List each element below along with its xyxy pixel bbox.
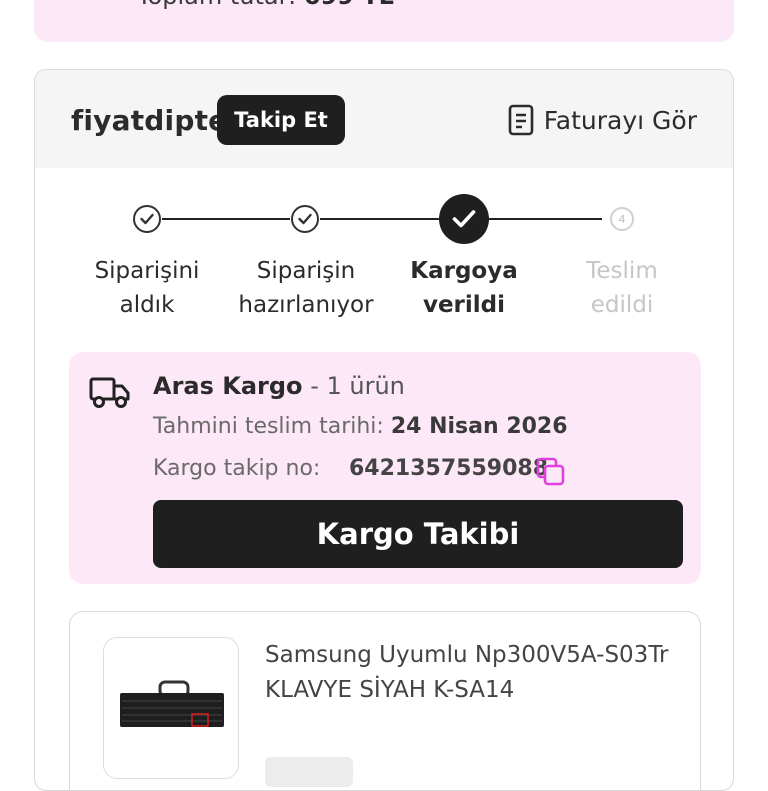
product-name[interactable]: Samsung Uyumlu Np300V5A-S03Tr KLAVYE SİY…	[265, 638, 675, 708]
total-amount: Toplam tutar: 699 TL	[137, 0, 394, 10]
estimated-delivery: Tahmini teslim tarihi: 24 Nisan 2026	[153, 414, 568, 439]
step-done-check-icon	[133, 205, 161, 233]
follow-seller-button[interactable]: Takip Et	[217, 95, 345, 145]
view-invoice-link[interactable]: Faturayı Gör	[508, 104, 697, 136]
step-label-preparing: Siparişin hazırlanıyor	[238, 258, 374, 318]
progress-line	[488, 218, 602, 220]
step-label-delivered: Teslim edildi	[586, 258, 658, 318]
step-done-check-icon	[291, 205, 319, 233]
invoice-label: Faturayı Gör	[543, 105, 697, 135]
track-shipment-button[interactable]: Kargo Takibi	[153, 500, 683, 568]
product-image[interactable]	[103, 637, 239, 779]
order-summary-card: Toplam tutar: 699 TL	[34, 0, 734, 42]
keyboard-image	[120, 680, 224, 727]
order-progress-tracker: 4 Siparişini aldık Siparişin hazırlanıyor …	[35, 168, 733, 328]
cargo-company-line: Aras Kargo - 1 ürün	[153, 372, 405, 400]
shipment-info-box: Aras Kargo - 1 ürün Tahmini teslim tarih…	[69, 352, 701, 584]
seller-header: fiyatdipte Takip Et Faturayı Gör	[35, 70, 733, 168]
step-current-check-icon	[439, 194, 489, 244]
progress-line	[320, 218, 440, 220]
eta-value: 24 Nisan 2026	[390, 414, 568, 439]
total-label: Toplam tutar:	[137, 0, 296, 10]
product-badge	[265, 757, 353, 787]
product-item[interactable]: Samsung Uyumlu Np300V5A-S03Tr KLAVYE SİY…	[69, 611, 701, 790]
progress-line	[162, 218, 290, 220]
cargo-item-count: - 1 ürün	[310, 372, 405, 400]
cargo-company: Aras Kargo	[153, 372, 303, 400]
tracking-number: 6421357559088	[349, 456, 548, 481]
total-value: 699 TL	[304, 0, 394, 10]
order-card: fiyatdipte Takip Et Faturayı Gör 4 Sipar…	[34, 69, 734, 791]
document-icon	[508, 104, 534, 136]
copy-icon[interactable]	[535, 456, 567, 492]
tracking-label: Kargo takip no:	[153, 456, 321, 481]
eta-label: Tahmini teslim tarihi:	[153, 414, 384, 439]
step-label-received: Siparişini aldık	[94, 258, 200, 318]
step-label-shipped: Kargoya verildi	[410, 258, 518, 318]
step-pending-number: 4	[610, 207, 634, 231]
seller-name[interactable]: fiyatdipte	[71, 104, 227, 137]
truck-icon	[89, 374, 131, 414]
